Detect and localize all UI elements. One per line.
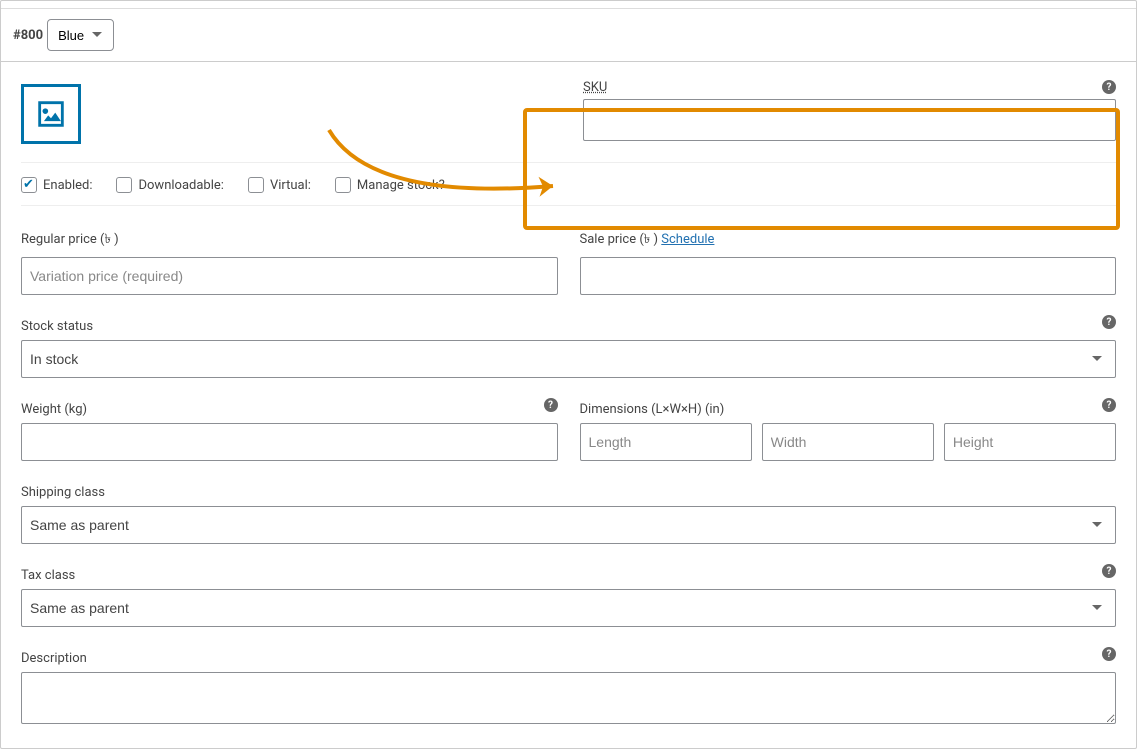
virtual-label: Virtual:: [270, 178, 311, 193]
manage-stock-label: Manage stock?: [357, 178, 445, 193]
enabled-checkbox-wrap[interactable]: Enabled:: [21, 177, 92, 193]
virtual-checkbox[interactable]: [248, 177, 264, 193]
manage-stock-checkbox[interactable]: [335, 177, 351, 193]
length-input[interactable]: [580, 423, 752, 461]
weight-input[interactable]: [21, 423, 558, 461]
description-label: Description: [21, 651, 1116, 666]
shipping-class-select[interactable]: Same as parent: [21, 506, 1116, 544]
sale-price-input[interactable]: [580, 257, 1117, 295]
attribute-select[interactable]: Blue: [47, 19, 114, 51]
sku-input[interactable]: [583, 99, 1116, 141]
weight-label: Weight (kg): [21, 402, 558, 417]
stock-status-help-icon[interactable]: ?: [1102, 315, 1116, 329]
sku-help-icon[interactable]: ?: [1102, 80, 1116, 94]
downloadable-checkbox[interactable]: [116, 177, 132, 193]
variation-image-placeholder[interactable]: [21, 84, 81, 144]
stock-status-select[interactable]: In stock: [21, 340, 1116, 378]
description-help-icon[interactable]: ?: [1102, 647, 1116, 661]
image-icon: [34, 97, 68, 131]
description-textarea[interactable]: [21, 672, 1116, 724]
tax-class-help-icon[interactable]: ?: [1102, 564, 1116, 578]
sku-label: SKU: [583, 80, 607, 95]
tax-class-label: Tax class: [21, 568, 1116, 583]
variation-id: #800: [13, 28, 43, 43]
tax-class-select[interactable]: Same as parent: [21, 589, 1116, 627]
stock-status-label: Stock status: [21, 319, 1116, 334]
sale-price-label: Sale price (৳ ) Schedule: [580, 230, 1117, 251]
weight-help-icon[interactable]: ?: [544, 398, 558, 412]
regular-price-label: Regular price (৳ ): [21, 230, 558, 251]
dimensions-label: Dimensions (L×W×H) (in): [580, 402, 1117, 417]
downloadable-label: Downloadable:: [138, 178, 223, 193]
width-input[interactable]: [762, 423, 934, 461]
enabled-label: Enabled:: [43, 178, 92, 193]
enabled-checkbox[interactable]: [21, 177, 37, 193]
dimensions-help-icon[interactable]: ?: [1102, 398, 1116, 412]
shipping-class-label: Shipping class: [21, 485, 1116, 500]
downloadable-checkbox-wrap[interactable]: Downloadable:: [116, 177, 223, 193]
schedule-link[interactable]: Schedule: [661, 232, 714, 247]
manage-stock-checkbox-wrap[interactable]: Manage stock?: [335, 177, 445, 193]
height-input[interactable]: [944, 423, 1116, 461]
virtual-checkbox-wrap[interactable]: Virtual:: [248, 177, 311, 193]
regular-price-input[interactable]: [21, 257, 558, 295]
